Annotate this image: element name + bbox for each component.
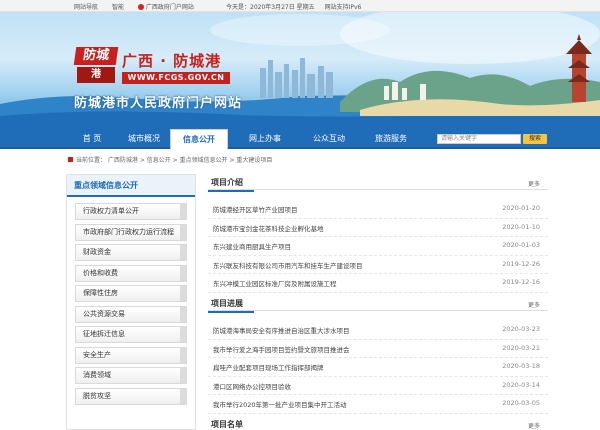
breadcrumb: 当前位置： 广西防城港 > 信息公开 > 重点领域信息公开 > 重大建设项目 (68, 155, 272, 164)
guangxi-portal-link[interactable]: 广西政府门户网站 (137, 4, 194, 11)
item-title[interactable]: 扁哇产业配套项目现场工作指挥部揭牌 (213, 362, 324, 372)
nav-info-disclosure[interactable]: 信息公开 (170, 129, 228, 150)
main-content: 项目介绍 更多 防城港经开区草竹产业园项目 2020-01-20 防城港市宝剑金花… (208, 174, 548, 430)
sidebar-item[interactable]: 安全生产 (75, 346, 187, 364)
item-date: 2020-01-20 (502, 204, 540, 212)
site-url: WWW.FCGS.GOV.CN (122, 72, 230, 84)
top-utility-bar: 网站导航 智能 广西政府门户网站 今天是：2020年3月27日 星期五 网站支持… (0, 0, 600, 12)
nav-online-services[interactable]: 网上办事 (236, 129, 294, 149)
search-button[interactable]: 搜索 (523, 134, 547, 144)
list-item[interactable]: 东兴建业商用厨具生产项目 2020-01-03 (208, 237, 548, 256)
list-item[interactable]: 防城港海事局安全有序推进自治区重大涉水项目 2020-03-23 (208, 321, 548, 340)
section-title: 项目进展 (208, 298, 254, 313)
ipv6-support: 网站支持IPv6 (324, 4, 362, 11)
item-date: 2020-01-10 (502, 222, 540, 231)
item-date: 2019-12-16 (502, 278, 540, 287)
section-project-list: 项目名单 更多 (208, 416, 548, 430)
nav-city-overview[interactable]: 城市概况 (118, 129, 170, 149)
item-date: 2020-03-05 (502, 399, 540, 408)
list-item[interactable]: 东兴冲模工业园区标准厂房及附属设施工程 2019-12-16 (208, 274, 548, 293)
more-link[interactable]: 更多 (528, 421, 540, 430)
item-title[interactable]: 东兴建业商用厨具生产项目 (213, 241, 291, 251)
smart-link[interactable]: 智能 (112, 4, 124, 11)
section-project-progress: 项目进展 更多 防城港海事局安全有序推进自治区重大涉水项目 2020-03-23 … (208, 295, 548, 416)
sidebar: 重点领域信息公开 行政权力清单公开 市政府部门行政权力运行流程 财政资金 价格和… (66, 174, 196, 430)
breadcrumb-text[interactable]: 当前位置： 广西防城港 > 信息公开 > 重点领域信息公开 > 重大建设项目 (76, 157, 272, 164)
main-nav: 首 页 城市概况 信息公开 网上办事 公众互动 旅游服务 请输入关键字 搜索 (0, 129, 600, 150)
item-title[interactable]: 我市举行爱之海手园项目签约暨文旅项目推进会 (213, 344, 350, 354)
list-item[interactable]: 港口区网络办公控项目验收 2020-03-14 (208, 377, 548, 396)
sidebar-item[interactable]: 价格和收费 (75, 264, 187, 282)
search-input[interactable]: 请输入关键字 (437, 134, 521, 144)
sidebar-title: 重点领域信息公开 (67, 175, 195, 197)
site-subtitle: 防城港市人民政府门户网站 (74, 96, 243, 111)
item-title[interactable]: 东兴联友科技有限公司市用汽车和挂车生产建设项目 (213, 260, 363, 270)
nav-public-interaction[interactable]: 公众互动 (300, 129, 358, 149)
list-item[interactable]: 我市举行爱之海手园项目签约暨文旅项目推进会 2020-03-21 (208, 340, 548, 359)
section-project-intro: 项目介绍 更多 防城港经开区草竹产业园项目 2020-01-20 防城港市宝剑金花… (208, 174, 548, 295)
item-date: 2020-01-03 (502, 241, 540, 250)
list-item[interactable]: 东兴联友科技有限公司市用汽车和挂车生产建设项目 2019-12-26 (208, 256, 548, 275)
city-logo[interactable]: 防城 港 (73, 47, 119, 85)
item-date: 2019-12-26 (502, 259, 540, 268)
list-item[interactable]: 防城港经开区草竹产业园项目 2020-01-20 (208, 200, 548, 219)
item-date: 2020-03-14 (502, 380, 540, 389)
item-title[interactable]: 东兴冲模工业园区标准厂房及附属设施工程 (213, 278, 337, 288)
more-link[interactable]: 更多 (528, 300, 540, 309)
nav-tourism-services[interactable]: 旅游服务 (362, 129, 420, 149)
item-title[interactable]: 防城港海事局安全有序推进自治区重大涉水项目 (213, 325, 350, 335)
item-date: 2020-03-21 (502, 343, 540, 352)
item-title[interactable]: 港口区网络办公控项目验收 (213, 381, 291, 391)
emblem-icon (137, 4, 144, 10)
home-icon (68, 157, 73, 162)
section-title: 项目介绍 (208, 178, 254, 192)
site-title: 广西 · 防城港 (122, 52, 222, 70)
item-date: 2020-03-18 (502, 362, 540, 371)
sidebar-item[interactable]: 公共资源交易 (75, 305, 187, 323)
site-nav-link[interactable]: 网站导航 (74, 4, 98, 11)
sidebar-item[interactable]: 财政资金 (75, 244, 187, 261)
today-date: 今天是：2020年3月27日 星期五 (226, 4, 315, 11)
sidebar-item[interactable]: 行政权力清单公开 (75, 203, 187, 220)
more-link[interactable]: 更多 (528, 179, 540, 188)
sidebar-item[interactable]: 消费领域 (75, 367, 187, 384)
list-item[interactable]: 扁哇产业配套项目现场工作指挥部揭牌 2020-03-18 (208, 358, 548, 377)
sidebar-item[interactable]: 征地拆迁信息 (75, 326, 187, 343)
item-title[interactable]: 我市举行2020年第一批产业项目集中开工活动 (213, 399, 347, 409)
site-banner: 防城 港 广西 · 防城港 WWW.FCGS.GOV.CN 防城港市人民政府门户… (0, 12, 600, 129)
item-title[interactable]: 防城港市宝剑金花茶科技企业孵化基地 (213, 223, 324, 233)
sidebar-item[interactable]: 市政府部门行政权力运行流程 (75, 223, 187, 241)
section-title: 项目名单 (211, 419, 243, 429)
sidebar-item[interactable]: 脱贫攻坚 (75, 387, 187, 405)
list-item[interactable]: 防城港市宝剑金花茶科技企业孵化基地 2020-01-10 (208, 219, 548, 238)
sidebar-list: 行政权力清单公开 市政府部门行政权力运行流程 财政资金 价格和收费 保障性住房 … (67, 197, 195, 405)
list-item[interactable]: 我市举行2020年第一批产业项目集中开工活动 2020-03-05 (208, 395, 548, 414)
sidebar-item[interactable]: 保障性住房 (75, 285, 187, 302)
nav-home[interactable]: 首 页 (66, 129, 118, 149)
item-title[interactable]: 防城港经开区草竹产业园项目 (213, 204, 298, 214)
item-date: 2020-03-23 (502, 324, 540, 333)
